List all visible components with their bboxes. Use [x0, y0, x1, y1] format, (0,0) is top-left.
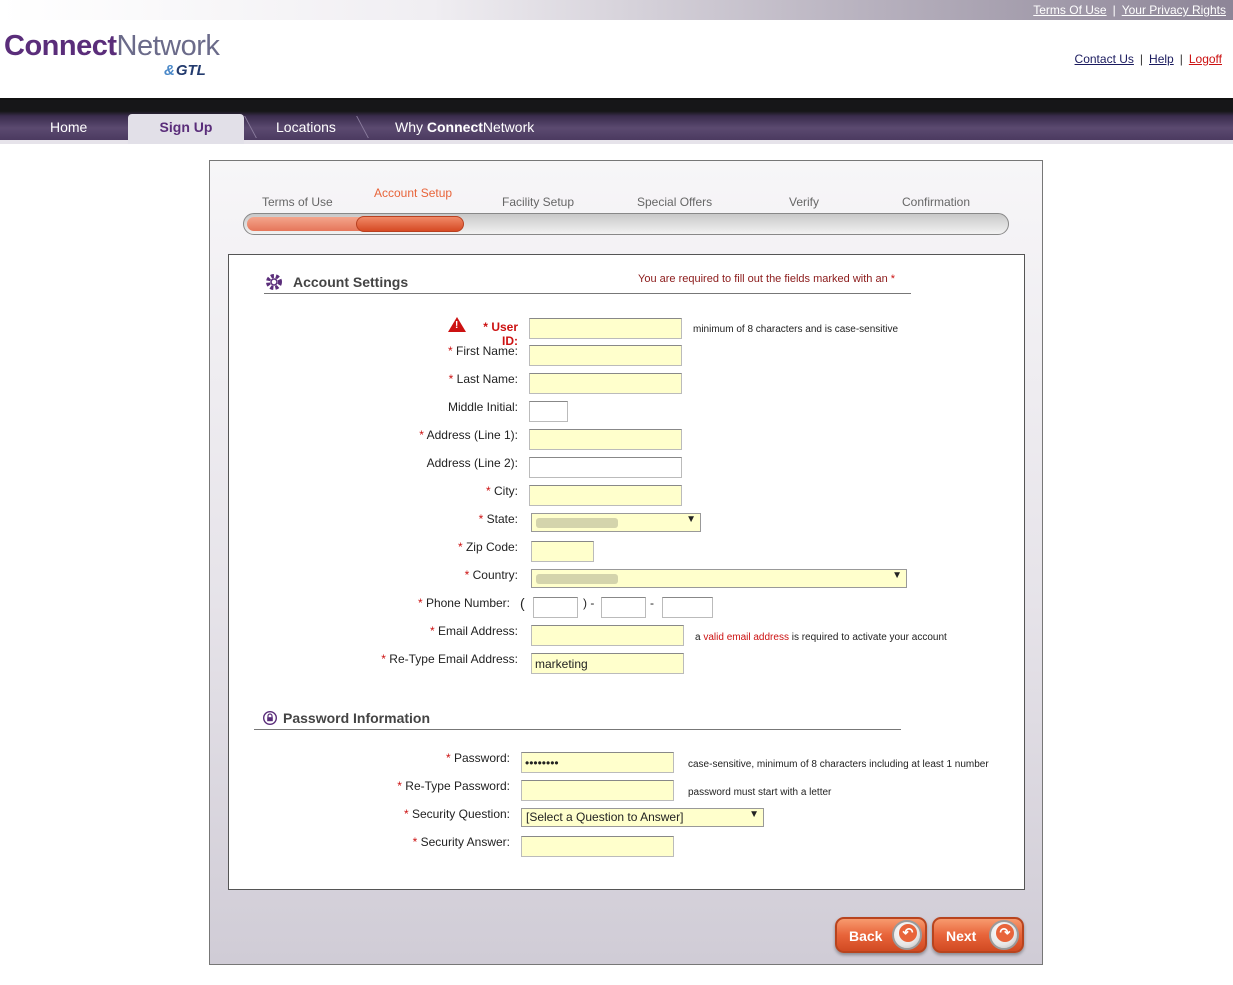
security-answer-label: * Security Answer: — [412, 835, 510, 849]
nav-sign-up[interactable]: Sign Up — [128, 114, 244, 144]
first-name-input[interactable] — [529, 345, 682, 366]
country-value-redacted — [536, 574, 618, 584]
nav-locations[interactable]: Locations — [276, 119, 336, 135]
progress-current-segment — [356, 216, 464, 232]
header-links: Contact Us | Help | Logoff — [1075, 52, 1222, 66]
phone-area-code-input[interactable] — [533, 597, 578, 618]
retype-email-label: * Re-Type Email Address: — [381, 652, 518, 666]
dropdown-arrow-icon: ▼ — [892, 570, 902, 581]
country-select[interactable]: ▼ — [531, 569, 907, 588]
middle-initial-input[interactable] — [529, 401, 568, 422]
lock-icon — [263, 711, 277, 725]
dropdown-arrow-icon: ▼ — [686, 514, 696, 525]
first-name-label: * First Name: — [447, 344, 518, 358]
last-name-label: * Last Name: — [448, 372, 518, 386]
gtl-swoosh-icon: & — [164, 62, 175, 79]
gtl-logo: &GTL — [164, 62, 206, 79]
state-value-redacted — [536, 518, 618, 528]
form-card: Account Settings You are required to fil… — [228, 254, 1025, 890]
zip-code-label: * Zip Code: — [457, 540, 518, 554]
privacy-rights-link[interactable]: Your Privacy Rights — [1122, 3, 1226, 17]
zip-code-input[interactable] — [531, 541, 594, 562]
separator: | — [1112, 3, 1116, 17]
city-input[interactable] — [529, 485, 682, 506]
top-bar: Terms Of Use | Your Privacy Rights — [0, 0, 1233, 20]
address-line2-label: Address (Line 2): — [426, 456, 518, 470]
password-input[interactable] — [521, 752, 674, 773]
phone-close-paren: ) - — [583, 596, 595, 610]
security-question-label: * Security Question: — [403, 807, 510, 821]
address-line1-label: * Address (Line 1): — [419, 428, 518, 442]
progress-bar — [243, 213, 1009, 235]
user-id-hint: minimum of 8 characters and is case-sens… — [693, 324, 899, 335]
gear-icon — [266, 274, 282, 290]
nav-home[interactable]: Home — [50, 119, 87, 135]
state-label: * State: — [478, 512, 518, 526]
password-label: * Password: — [445, 751, 510, 765]
back-button[interactable]: Back ↶ — [835, 917, 927, 953]
connectnetwork-logo[interactable]: ConnectNetwork &GTL — [4, 30, 220, 79]
security-answer-input[interactable] — [521, 836, 674, 857]
user-id-input[interactable] — [529, 318, 682, 339]
logo-bold-text: Connect — [4, 30, 117, 62]
terms-of-use-link[interactable]: Terms Of Use — [1033, 3, 1106, 17]
required-fields-note: You are required to fill out the fields … — [638, 273, 896, 285]
next-button[interactable]: Next ↷ — [932, 917, 1024, 953]
retype-email-input[interactable] — [531, 653, 684, 674]
step-verify: Verify — [789, 195, 820, 209]
section-divider — [264, 293, 911, 294]
back-arrow-icon: ↶ — [892, 920, 922, 950]
password-information-title: Password Information — [283, 710, 431, 726]
separator: | — [1179, 52, 1183, 66]
section-divider — [254, 729, 901, 730]
state-select[interactable]: ▼ — [531, 513, 701, 532]
last-name-input[interactable] — [529, 373, 682, 394]
next-arrow-icon: ↷ — [989, 920, 1019, 950]
phone-number-label: * Phone Number: — [417, 596, 510, 610]
address-line2-input[interactable] — [529, 457, 682, 478]
email-address-input[interactable] — [531, 625, 684, 646]
help-link[interactable]: Help — [1149, 52, 1174, 66]
step-special-offers: Special Offers — [637, 195, 713, 209]
security-question-select[interactable]: [Select a Question to Answer] ▼ — [521, 808, 764, 827]
retype-password-hint: password must start with a letter — [688, 787, 832, 798]
email-hint: a valid email address is required to act… — [695, 632, 947, 643]
signup-panel: Terms of Use Account Setup Facility Setu… — [209, 160, 1043, 965]
top-links: Terms Of Use | Your Privacy Rights — [1033, 3, 1226, 17]
country-label: * Country: — [464, 568, 518, 582]
step-account-setup: Account Setup — [374, 186, 453, 200]
city-label: * City: — [485, 484, 518, 498]
nav-why-connectnetwork[interactable]: Why ConnectNetwork — [395, 119, 534, 135]
phone-line-input[interactable] — [662, 597, 713, 618]
dropdown-arrow-icon: ▼ — [749, 809, 759, 820]
separator: | — [1139, 52, 1144, 66]
address-line1-input[interactable] — [529, 429, 682, 450]
step-facility-setup: Facility Setup — [502, 195, 575, 209]
email-address-label: * Email Address: — [429, 624, 518, 638]
retype-password-label: * Re-Type Password: — [397, 779, 510, 793]
warning-icon: ! — [448, 317, 466, 332]
retype-password-input[interactable] — [521, 780, 674, 801]
step-terms-of-use: Terms of Use — [262, 195, 333, 209]
middle-initial-label: Middle Initial: — [447, 400, 518, 414]
valid-email-link[interactable]: valid email address — [703, 632, 789, 643]
contact-us-link[interactable]: Contact Us — [1075, 52, 1134, 66]
phone-open-paren: ( — [520, 595, 525, 611]
phone-prefix-input[interactable] — [601, 597, 646, 618]
logoff-link[interactable]: Logoff — [1189, 52, 1222, 66]
step-confirmation: Confirmation — [902, 195, 971, 209]
password-hint: case-sensitive, minimum of 8 characters … — [688, 759, 989, 770]
logo-light-text: Network — [116, 30, 220, 62]
account-settings-title: Account Settings — [293, 274, 409, 290]
phone-dash: - — [650, 596, 654, 610]
